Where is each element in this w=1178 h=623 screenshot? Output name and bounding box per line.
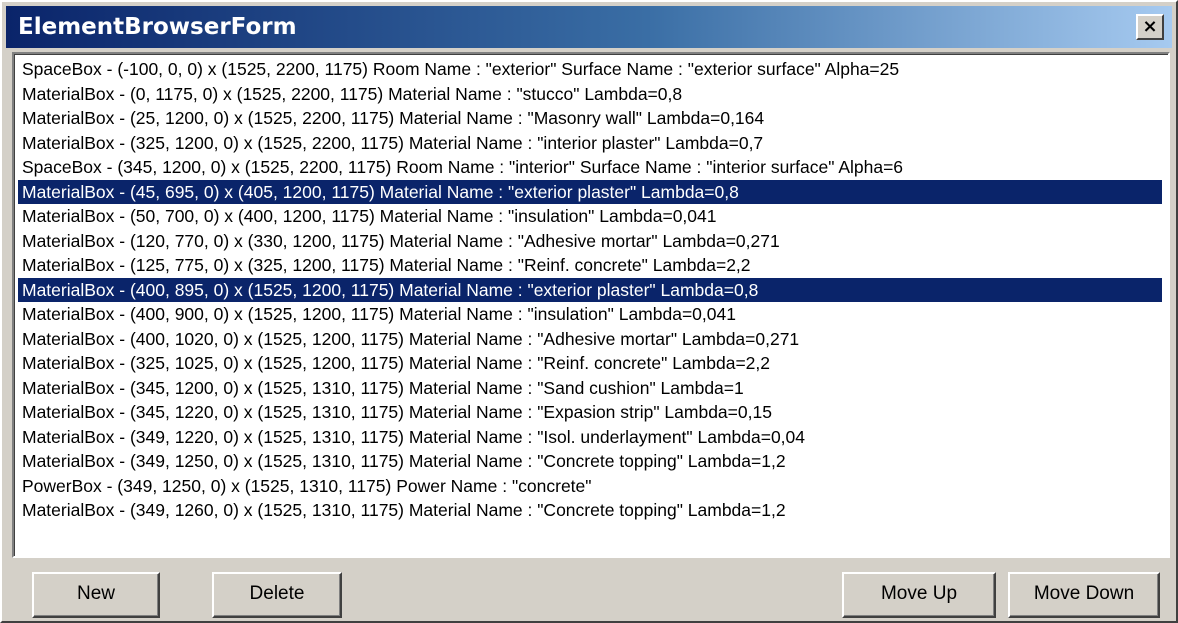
list-item[interactable]: MaterialBox - (125, 775, 0) x (325, 1200… <box>18 253 1162 278</box>
list-item[interactable]: MaterialBox - (45, 695, 0) x (405, 1200,… <box>18 179 1162 204</box>
list-item[interactable]: SpaceBox - (345, 1200, 0) x (1525, 2200,… <box>18 155 1162 180</box>
list-item[interactable]: PowerBox - (349, 1250, 0) x (1525, 1310,… <box>18 474 1162 499</box>
element-browser-window: ElementBrowserForm × SpaceBox - (-100, 0… <box>0 0 1178 623</box>
list-item[interactable]: MaterialBox - (325, 1025, 0) x (1525, 12… <box>18 351 1162 376</box>
close-icon: × <box>1142 16 1158 37</box>
window-title: ElementBrowserForm <box>18 14 297 40</box>
list-item[interactable]: MaterialBox - (400, 1020, 0) x (1525, 12… <box>18 327 1162 352</box>
list-item[interactable]: MaterialBox - (325, 1200, 0) x (1525, 22… <box>18 131 1162 156</box>
list-item[interactable]: MaterialBox - (0, 1175, 0) x (1525, 2200… <box>18 82 1162 107</box>
list-item[interactable]: SpaceBox - (-100, 0, 0) x (1525, 2200, 1… <box>18 57 1162 82</box>
move-up-button[interactable]: Move Up <box>842 572 996 618</box>
list-item[interactable]: MaterialBox - (120, 770, 0) x (330, 1200… <box>18 229 1162 254</box>
move-down-button[interactable]: Move Down <box>1008 572 1160 618</box>
list-item[interactable]: MaterialBox - (345, 1200, 0) x (1525, 13… <box>18 376 1162 401</box>
list-item[interactable]: MaterialBox - (345, 1220, 0) x (1525, 13… <box>18 400 1162 425</box>
list-item[interactable]: MaterialBox - (349, 1250, 0) x (1525, 13… <box>18 449 1162 474</box>
list-item[interactable]: MaterialBox - (50, 700, 0) x (400, 1200,… <box>18 204 1162 229</box>
delete-button[interactable]: Delete <box>212 572 342 618</box>
list-item[interactable]: MaterialBox - (400, 895, 0) x (1525, 120… <box>18 277 1162 302</box>
close-button[interactable]: × <box>1136 14 1164 40</box>
list-item[interactable]: MaterialBox - (349, 1260, 0) x (1525, 13… <box>18 498 1162 523</box>
new-button[interactable]: New <box>32 572 160 618</box>
list-item[interactable]: MaterialBox - (349, 1220, 0) x (1525, 13… <box>18 425 1162 450</box>
list-item[interactable]: MaterialBox - (400, 900, 0) x (1525, 120… <box>18 302 1162 327</box>
element-listbox[interactable]: SpaceBox - (-100, 0, 0) x (1525, 2200, 1… <box>12 52 1170 558</box>
title-bar[interactable]: ElementBrowserForm × <box>6 6 1172 48</box>
list-item[interactable]: MaterialBox - (25, 1200, 0) x (1525, 220… <box>18 106 1162 131</box>
